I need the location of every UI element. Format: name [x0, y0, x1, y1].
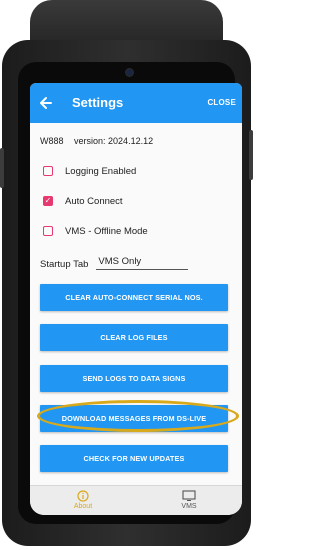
nav-about[interactable]: About: [30, 486, 136, 515]
nav-vms[interactable]: VMS: [136, 486, 242, 515]
monitor-icon: [182, 490, 196, 501]
logging-enabled-checkbox[interactable]: Logging Enabled: [43, 163, 136, 179]
startup-tab-label: Startup Tab: [40, 259, 89, 270]
checkbox-checked-icon[interactable]: [43, 196, 53, 206]
startup-tab-dropdown[interactable]: VMS Only: [96, 256, 189, 270]
info-icon: [77, 490, 89, 502]
send-logs-button[interactable]: SEND LOGS TO DATA SIGNS: [40, 365, 228, 392]
app-bar: Settings CLOSE: [30, 83, 242, 123]
logging-enabled-label: Logging Enabled: [65, 165, 137, 177]
startup-tab-row: Startup Tab VMS Only: [40, 256, 189, 270]
bottom-nav: About VMS: [30, 485, 242, 515]
checkbox-unchecked-icon[interactable]: [43, 226, 53, 236]
auto-connect-checkbox[interactable]: Auto Connect: [43, 193, 123, 209]
page-title: Settings: [72, 95, 124, 110]
device-model: W888: [40, 136, 64, 146]
side-button-left: [0, 148, 4, 188]
check-updates-button[interactable]: CHECK FOR NEW UPDATES: [40, 445, 228, 472]
app-screen: Settings CLOSE W888 version: 2024.12.12 …: [30, 83, 242, 515]
vms-offline-checkbox[interactable]: VMS - Offline Mode: [43, 223, 148, 239]
auto-connect-label: Auto Connect: [65, 195, 123, 207]
nav-about-label: About: [73, 503, 93, 510]
front-camera: [126, 69, 133, 76]
clear-log-files-button[interactable]: CLEAR LOG FILES: [40, 324, 228, 351]
close-button[interactable]: CLOSE: [207, 98, 236, 107]
checkbox-unchecked-icon[interactable]: [43, 166, 53, 176]
highlight-ring: [37, 400, 239, 432]
clear-autoconnect-button[interactable]: CLEAR AUTO-CONNECT SERIAL NOS.: [40, 284, 228, 311]
nav-vms-label: VMS: [181, 503, 197, 510]
side-button-right: [249, 130, 253, 180]
version-text: version: 2024.12.12: [74, 136, 154, 146]
version-info: W888 version: 2024.12.12: [40, 136, 161, 146]
arrow-back-icon[interactable]: [38, 93, 54, 113]
vms-offline-label: VMS - Offline Mode: [65, 225, 148, 237]
phone-device: Settings CLOSE W888 version: 2024.12.12 …: [0, 0, 253, 550]
